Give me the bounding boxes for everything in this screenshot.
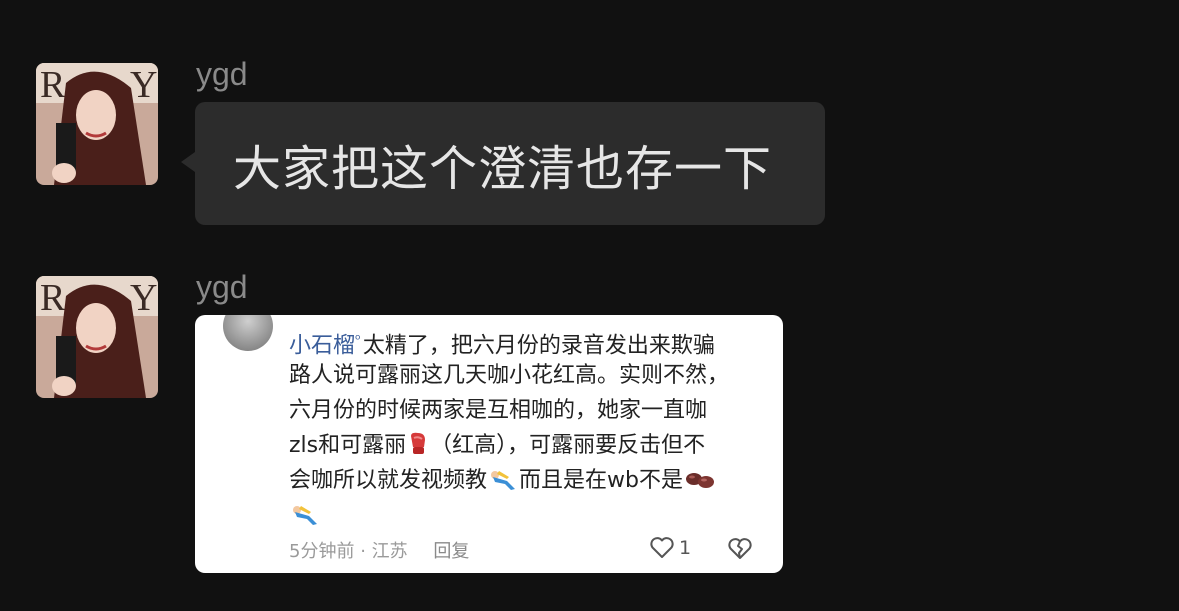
svg-text:R: R [40,277,66,319]
chat-message-2: R Y ygd 小石榴ᵒ太精了，把六月份的录音发出来欺骗 路人说可露丽这几天咖小… [0,0,1179,611]
reply-button[interactable]: 回复 [433,541,469,562]
comment-text: 路人说可露丽这几天咖小花红高。实则不然， [289,363,730,388]
comment-body: 小石榴ᵒ太精了，把六月份的录音发出来欺骗 路人说可露丽这几天咖小花红高。实则不然… [289,323,759,533]
commenter-avatar [223,315,273,351]
comment-line: 六月份的时候两家是互相咖的，她家一直咖 [289,393,759,428]
meta-separator: · [360,541,366,562]
comment-location: 江苏 [371,541,408,562]
diver-emoji-icon [491,471,516,490]
comment-screenshot-card[interactable]: 小石榴ᵒ太精了，把六月份的录音发出来欺骗 路人说可露丽这几天咖小花红高。实则不然… [195,315,783,573]
comment-meta: 5分钟前 · 江苏 回复 [289,537,469,563]
comment-line: 路人说可露丽这几天咖小花红高。实则不然， [289,358,759,393]
comment-text: 会咖所以就发视频教 [289,468,488,493]
commenter-name[interactable]: 小石榴 [289,333,355,358]
comment-text: 而且是在wb不是 [519,468,683,493]
beans-emoji-icon [685,473,714,488]
comment-text: （红高），可露丽要反击但不 [430,433,706,458]
svg-text:Y: Y [130,277,157,319]
comment-line [289,498,759,533]
sender-name: ygd [196,269,248,305]
boxing-glove-emoji-icon [411,432,426,454]
verified-badge-icon: ᵒ [355,332,361,348]
profile-photo-icon: R Y [36,276,158,398]
broken-heart-icon [728,538,752,559]
comment-text: zls和可露丽 [289,433,407,458]
comment-text: 太精了，把六月份的录音发出来欺骗 [362,333,715,359]
diver-emoji-icon [293,506,317,525]
comment-line: 会咖所以就发视频教 而且是在wb不是 [289,463,759,498]
comment-text: 六月份的时候两家是互相咖的，她家一直咖 [289,398,708,423]
comment-line: zls和可露丽 （红高），可露丽要反击但不 [289,428,759,463]
like-button[interactable]: 1 [649,536,691,560]
comment-line: 小石榴ᵒ太精了，把六月份的录音发出来欺骗 [289,323,759,358]
heart-icon [650,537,674,558]
comment-time: 5分钟前 [289,541,355,562]
like-count: 1 [679,537,692,559]
sender-avatar[interactable]: R Y [36,276,158,398]
dislike-button[interactable] [727,537,753,565]
